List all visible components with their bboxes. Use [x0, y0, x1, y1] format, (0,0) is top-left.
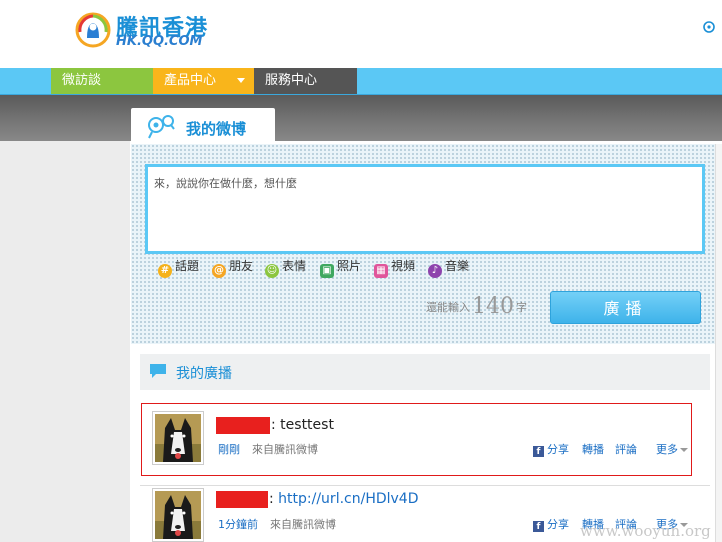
tool-label: 視頻	[391, 259, 416, 273]
post-text-prefix: :	[269, 491, 279, 507]
tool-label: 音樂	[445, 259, 470, 273]
tool-music[interactable]: ♪ 音樂	[428, 257, 470, 278]
counter-prefix: 還能輸入	[426, 301, 470, 314]
hashtag-icon: #	[158, 264, 172, 278]
main-nav: 微訪談 產品中心 服務中心	[0, 68, 722, 95]
nav-label: 微訪談	[62, 73, 102, 88]
action-label: 更多	[656, 443, 678, 456]
dog-avatar-image	[155, 491, 201, 539]
left-sidebar	[0, 141, 130, 542]
post-link[interactable]: http://url.cn/HDlv4D	[278, 491, 418, 507]
watermark: www.wooyun.org	[580, 522, 711, 540]
chevron-down-icon	[237, 78, 245, 83]
tool-emoji[interactable]: ☺ 表情	[265, 257, 307, 278]
redacted-username	[216, 417, 270, 434]
post-text: : testtest	[271, 417, 334, 433]
photo-icon: ▣	[320, 264, 334, 278]
logo-subtext[interactable]: HK.QQ.COM	[116, 34, 202, 49]
action-label: 分享	[547, 518, 569, 531]
avatar[interactable]	[152, 488, 204, 542]
char-counter: 還能輸入140 字	[426, 296, 527, 318]
comment-button[interactable]: 評論	[615, 441, 637, 457]
music-icon: ♪	[428, 264, 442, 278]
divider	[140, 485, 710, 486]
share-button[interactable]: f 分享	[533, 441, 569, 457]
tool-photo[interactable]: ▣ 照片	[320, 257, 362, 278]
more-button[interactable]: 更多	[656, 441, 688, 457]
speech-bubble-icon	[150, 364, 166, 378]
list-item	[141, 403, 692, 476]
compose-textarea[interactable]: 來，說說你在做什麼，想什麼	[145, 164, 705, 254]
smiley-icon: ☺	[265, 264, 279, 278]
tool-label: 朋友	[229, 259, 254, 273]
tool-label: 表情	[282, 259, 307, 273]
tab-label: 我的微博	[186, 120, 247, 138]
post-meta: 1分鐘前 來自騰訊微博	[218, 516, 336, 532]
post-meta: 剛剛 來自騰訊微博	[218, 441, 318, 457]
tool-label: 照片	[337, 259, 362, 273]
counter-suffix: 字	[516, 301, 527, 314]
redacted-username	[216, 491, 268, 508]
post-time[interactable]: 1分鐘前	[218, 518, 258, 531]
dog-avatar-image	[155, 414, 201, 462]
tool-topic[interactable]: # 話題	[158, 257, 200, 278]
action-label: 分享	[547, 443, 569, 456]
tool-friends[interactable]: @ 朋友	[212, 257, 254, 278]
page-banner	[0, 95, 722, 141]
post-source: 來自騰訊微博	[270, 518, 336, 531]
weibo-icon[interactable]	[702, 20, 716, 34]
logo-icon[interactable]	[75, 12, 111, 48]
broadcast-button[interactable]: 廣播	[550, 291, 701, 324]
post-source: 來自騰訊微博	[252, 443, 318, 456]
feed-title: 我的廣播	[176, 366, 232, 382]
forward-button[interactable]: 轉播	[582, 441, 604, 457]
share-button[interactable]: f 分享	[533, 516, 569, 532]
facebook-icon: f	[533, 521, 544, 532]
right-edge	[715, 144, 722, 542]
weibo-icon	[148, 115, 175, 139]
chevron-down-icon	[680, 448, 688, 452]
video-icon: ▦	[374, 264, 388, 278]
at-icon: @	[212, 264, 226, 278]
counter-number: 140	[472, 294, 514, 319]
nav-label: 服務中心	[265, 73, 318, 88]
nav-label: 產品中心	[164, 73, 217, 88]
facebook-icon: f	[533, 446, 544, 457]
nav-item-products[interactable]: 產品中心	[153, 68, 254, 94]
avatar[interactable]	[152, 411, 204, 465]
post-time[interactable]: 剛剛	[218, 443, 240, 456]
nav-item-services[interactable]: 服務中心	[254, 68, 357, 94]
nav-item-interviews[interactable]: 微訪談	[51, 68, 153, 94]
post-text: : http://url.cn/HDlv4D	[269, 491, 419, 507]
tool-label: 話題	[175, 259, 200, 273]
tool-video[interactable]: ▦ 視頻	[374, 257, 416, 278]
